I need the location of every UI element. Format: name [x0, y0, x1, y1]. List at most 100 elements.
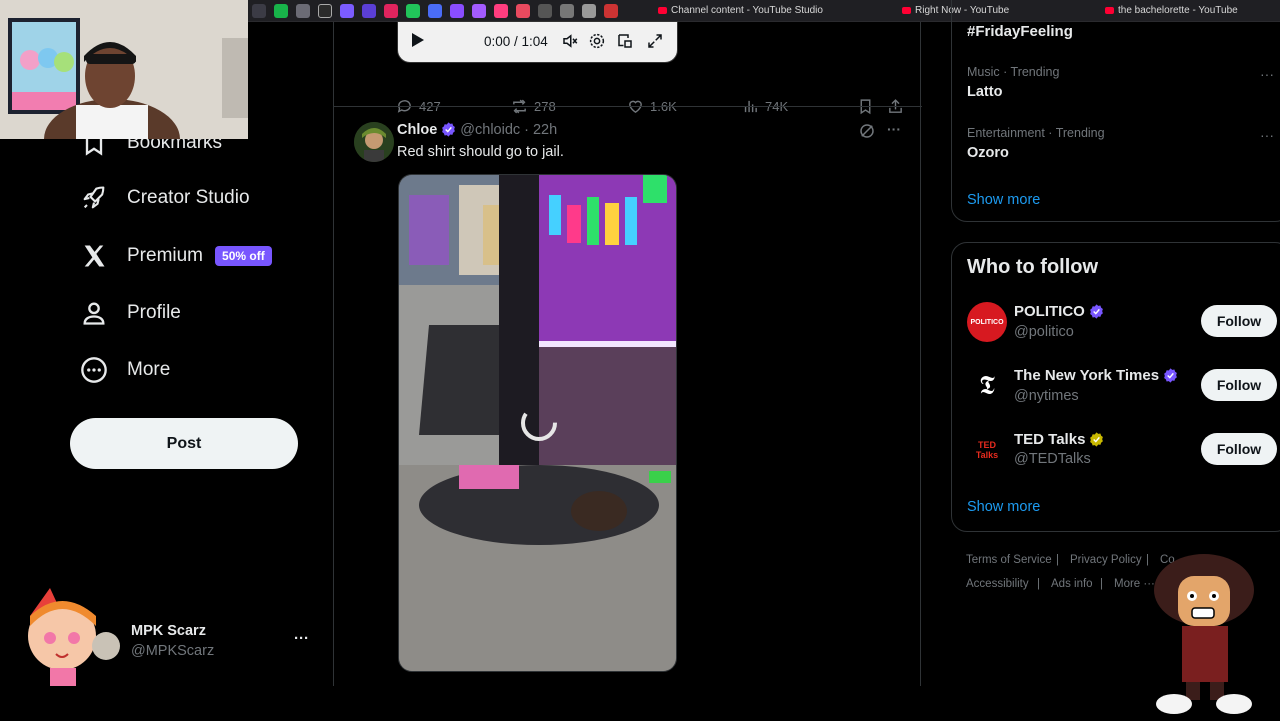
footer-separator: |	[1100, 578, 1103, 590]
footer-separator: |	[1146, 554, 1149, 566]
footer-more-link[interactable]: More ···	[1114, 578, 1155, 590]
verified-badge-icon	[1164, 368, 1177, 383]
trend-more-icon[interactable]: ···	[1260, 66, 1274, 82]
verified-badge-icon	[1089, 304, 1103, 319]
sidebar-item-premium[interactable]: Premium 50% off	[80, 236, 272, 276]
verified-badge-icon	[442, 122, 456, 137]
tweet-author-handle[interactable]: @chloidc	[460, 122, 520, 138]
youtube-icon	[902, 6, 911, 14]
follow-account-handle: @TEDTalks	[1014, 451, 1091, 467]
sidebar-item-label: More	[127, 359, 171, 380]
mute-icon[interactable]	[561, 32, 579, 55]
extension-icon[interactable]	[516, 4, 530, 18]
footer-terms-link[interactable]: Terms of Service	[966, 554, 1052, 566]
tweet-more-button[interactable]: ···	[887, 121, 901, 137]
avatar[interactable]	[354, 122, 394, 162]
who-to-follow-title: Who to follow	[967, 256, 1099, 278]
trend-category: Entertainment · Trending	[967, 126, 1105, 140]
avatar[interactable]: POLITICO	[967, 302, 1007, 342]
extension-icon[interactable]	[362, 4, 376, 18]
account-handle: @MPKScarz	[131, 643, 215, 659]
follow-account-handle: @politico	[1014, 324, 1074, 340]
sidebar-item-profile[interactable]: Profile	[80, 293, 181, 333]
tweet-text: Red shirt should go to jail.	[397, 144, 564, 160]
who-to-follow-show-more-link[interactable]: Show more	[967, 499, 1040, 515]
follow-account-name[interactable]: POLITICO	[1014, 303, 1105, 320]
extension-icon[interactable]	[318, 4, 332, 18]
tweet-divider	[334, 106, 922, 107]
powerpuff-girl-sticker	[10, 586, 125, 690]
extension-icon[interactable]	[604, 4, 618, 18]
extension-icon[interactable]	[538, 4, 552, 18]
extension-icon[interactable]	[472, 4, 486, 18]
trends-show-more-link[interactable]: Show more	[967, 192, 1040, 208]
webcam-feed-image	[0, 0, 248, 139]
account-menu-button[interactable]: ···	[294, 630, 309, 647]
settings-icon[interactable]	[588, 32, 606, 55]
account-name: MPK Scarz	[131, 623, 206, 639]
account-name-text: The New York Times	[1014, 367, 1160, 384]
extension-icon[interactable]	[494, 4, 508, 18]
avatar[interactable]: TED Talks	[967, 430, 1007, 470]
youtube-icon	[658, 6, 667, 14]
follow-account-handle: @nytimes	[1014, 388, 1079, 404]
post-button[interactable]: Post	[70, 418, 298, 469]
extension-icon[interactable]	[252, 4, 266, 18]
extension-icon[interactable]	[560, 4, 574, 18]
rocket-icon	[83, 186, 105, 209]
tweet-separator: ·	[524, 121, 529, 138]
tweet-author-name[interactable]: Chloe	[397, 122, 437, 138]
video-time: 0:00 / 1:04	[484, 34, 548, 49]
fullscreen-icon[interactable]	[646, 32, 664, 55]
extension-icon[interactable]	[340, 4, 354, 18]
trend-more-icon[interactable]: ···	[1260, 127, 1274, 143]
verified-badge-icon	[1090, 432, 1104, 447]
trend-name[interactable]: Latto	[967, 84, 1002, 100]
x-logo-icon	[84, 245, 105, 267]
extension-icon[interactable]	[274, 4, 288, 18]
extension-icon[interactable]	[406, 4, 420, 18]
play-icon[interactable]	[411, 32, 425, 53]
trend-category: Music · Trending	[967, 65, 1060, 79]
trend-name[interactable]: Ozoro	[967, 145, 1009, 161]
sidebar-item-label: Creator Studio	[127, 187, 250, 208]
tweet-video[interactable]	[398, 174, 677, 672]
footer-separator: |	[1037, 578, 1040, 590]
account-name-text: TED Talks	[1014, 431, 1086, 448]
footer-ads-link[interactable]: Ads info	[1051, 578, 1093, 590]
grok-icon[interactable]	[858, 122, 876, 145]
footer-accessibility-link[interactable]: Accessibility	[966, 578, 1029, 590]
sidebar-item-more[interactable]: More	[80, 350, 170, 390]
avatar[interactable]: 𝕿	[967, 366, 1007, 406]
follow-account-name[interactable]: TED Talks	[1014, 431, 1105, 448]
browser-tab[interactable]: Channel content - YouTube Studio	[658, 0, 823, 22]
tweet-header: Chloe @chloidc · 22h	[397, 121, 557, 138]
extension-icon[interactable]	[384, 4, 398, 18]
follow-account-name[interactable]: The New York Times	[1014, 367, 1179, 384]
extension-icon[interactable]	[428, 4, 442, 18]
account-name-text: POLITICO	[1014, 303, 1085, 320]
webcam-overlay	[0, 0, 248, 139]
picture-in-picture-icon[interactable]	[616, 32, 634, 55]
sidebar-item-label: Profile	[127, 302, 181, 323]
follow-button[interactable]: Follow	[1201, 305, 1277, 337]
sidebar-item-creator-studio[interactable]: Creator Studio	[80, 178, 250, 218]
footer-separator: |	[1056, 554, 1059, 566]
footer-privacy-link[interactable]: Privacy Policy	[1070, 554, 1142, 566]
extension-icon[interactable]	[296, 4, 310, 18]
sidebar-item-label: Premium	[127, 245, 204, 266]
cartoon-mascot-overlay	[1152, 552, 1256, 716]
tab-label: Channel content - YouTube Studio	[671, 5, 823, 16]
timeline-feed: 0:00 / 1:04 427 278 1.6K 74K Chloe @chlo…	[333, 22, 922, 686]
extension-icon[interactable]	[582, 4, 596, 18]
tweet-timestamp[interactable]: 22h	[533, 122, 557, 138]
extension-icon[interactable]	[450, 4, 464, 18]
premium-discount-badge: 50% off	[215, 246, 272, 266]
video-frame-image	[399, 175, 676, 671]
follow-button[interactable]: Follow	[1201, 433, 1277, 465]
more-circle-icon	[81, 357, 107, 383]
person-icon	[83, 302, 105, 325]
follow-button[interactable]: Follow	[1201, 369, 1277, 401]
trend-name[interactable]: #FridayFeeling	[967, 23, 1073, 40]
video-controls: 0:00 / 1:04	[398, 22, 677, 62]
